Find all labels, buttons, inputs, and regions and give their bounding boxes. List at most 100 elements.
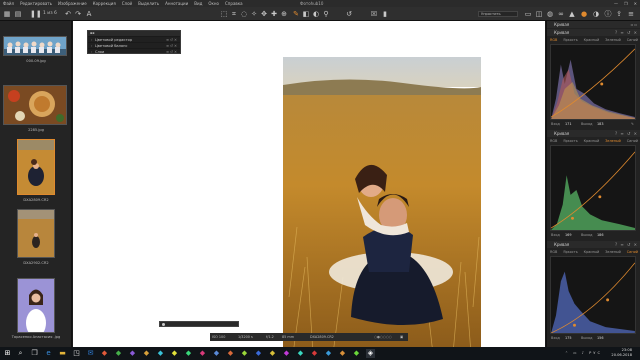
app-icon-6[interactable]: ◆	[170, 349, 179, 358]
lasso-tool-icon[interactable]: ◌	[240, 10, 248, 18]
start-icon[interactable]: ⊞	[3, 349, 12, 358]
move-tool-icon[interactable]: ✥	[260, 10, 268, 18]
output-value[interactable]: 156	[597, 335, 603, 341]
select-tool-icon[interactable]: ⬚	[220, 10, 228, 18]
eyedropper-icon[interactable]: ✎	[631, 121, 634, 127]
output-value[interactable]: 186	[597, 232, 603, 238]
heal-tool-icon[interactable]: ✚	[270, 10, 278, 18]
menu-layer[interactable]: Слой	[119, 1, 135, 6]
thumbnail-5[interactable]	[17, 278, 55, 337]
app-icon-8[interactable]: ◆	[198, 349, 207, 358]
app-icon-7[interactable]: ◆	[184, 349, 193, 358]
export-icon[interactable]: ⇪	[615, 10, 623, 18]
channel-blue[interactable]: Синий	[627, 249, 638, 255]
input-value[interactable]: 169	[565, 232, 571, 238]
brush-tool-icon[interactable]: ✎	[292, 10, 300, 18]
info-icon[interactable]: ⓘ	[604, 10, 612, 18]
menu-window[interactable]: Окно	[205, 1, 222, 6]
mail-icon[interactable]: ✉	[86, 349, 95, 358]
app-icon-4[interactable]: ◆	[142, 349, 151, 358]
channel-red[interactable]: Красный	[584, 37, 600, 43]
channel-luma[interactable]: Яркость	[563, 37, 577, 43]
eyedropper-tool-icon[interactable]: ⚲	[322, 10, 330, 18]
clone-tool-icon[interactable]: ⊕	[280, 10, 288, 18]
menu-help[interactable]: Справка	[222, 1, 246, 6]
system-tray[interactable]: ⌃ ▭ ♪ РУС	[565, 351, 602, 355]
menu-view[interactable]: Вид	[191, 1, 205, 6]
gradient-tool-icon[interactable]: ◐	[312, 10, 320, 18]
section-controls[interactable]: ? ≡ ↺ ✕	[615, 29, 638, 36]
pause-icon[interactable]: ❚❚	[30, 10, 42, 18]
top-section-header[interactable]: Кривая ▫▫	[547, 21, 640, 28]
rotate-right-icon[interactable]: ↷	[74, 10, 82, 18]
channel-luma[interactable]: Яркость	[563, 249, 577, 255]
active-app-icon[interactable]: ◈	[366, 349, 375, 358]
channel-rgb[interactable]: RGB	[550, 138, 557, 144]
channel-luma[interactable]: Яркость	[563, 138, 577, 144]
app-icon-3[interactable]: ◆	[128, 349, 137, 358]
thumbnail-1[interactable]	[3, 36, 67, 56]
menu-icon[interactable]: ≡	[627, 10, 635, 18]
minimize-button[interactable]: —	[614, 0, 618, 7]
menu-annotations[interactable]: Аннотации	[162, 1, 191, 6]
channel-green[interactable]: Зеленый	[605, 249, 621, 255]
channel-green[interactable]: Зеленый	[605, 37, 621, 43]
curve-section-3-header[interactable]: Кривая ? ≡ ↺ ✕	[547, 241, 640, 248]
app-icon-9[interactable]: ◆	[212, 349, 221, 358]
folder-icon[interactable]: ▬	[58, 349, 67, 358]
store-icon[interactable]: ◳	[72, 349, 81, 358]
image-viewer[interactable]	[73, 21, 545, 354]
channel-red[interactable]: Красный	[584, 249, 600, 255]
app-icon-10[interactable]: ◆	[226, 349, 235, 358]
maximize-button[interactable]: ❐	[624, 0, 628, 7]
channel-rgb[interactable]: RGB	[550, 37, 557, 43]
input-language[interactable]: РУС	[589, 351, 602, 355]
page-dots[interactable]: ○●○○○○	[374, 333, 392, 341]
histogram-icon[interactable]: ▲	[568, 10, 576, 18]
channel-red[interactable]: Красный	[584, 138, 600, 144]
menu-adjust[interactable]: Коррекция	[90, 1, 119, 6]
panels-icon[interactable]: ▭	[524, 10, 532, 18]
output-value[interactable]: 183	[597, 121, 603, 127]
menu-edit[interactable]: Редактировать	[17, 1, 55, 6]
app-icon-11[interactable]: ◆	[240, 349, 249, 358]
section-controls[interactable]: ? ≡ ↺ ✕	[615, 130, 638, 137]
tool-layers[interactable]: › Слои ≡↺✕	[88, 48, 180, 54]
app-icon-13[interactable]: ◆	[268, 349, 277, 358]
grid-view-icon[interactable]: ▦	[3, 10, 11, 18]
section-controls[interactable]: ? ≡ ↺ ✕	[615, 241, 638, 248]
curve-section-1-header[interactable]: Кривая ? ≡ ↺ ✕	[547, 29, 640, 36]
app-icon-12[interactable]: ◆	[254, 349, 263, 358]
panel-toggle-icon[interactable]: ▤	[14, 10, 22, 18]
undo-icon[interactable]: ↺	[345, 10, 353, 18]
thumbnail-4[interactable]	[17, 209, 55, 258]
adjust-icon[interactable]: ◑	[592, 10, 600, 18]
search-icon[interactable]: ⌕	[16, 349, 25, 358]
crop-tool-icon[interactable]: ⌗	[230, 10, 238, 18]
develop-icon[interactable]: ●	[580, 10, 588, 18]
menu-file[interactable]: Файл	[0, 1, 17, 6]
compare-icon[interactable]: ◫	[535, 10, 543, 18]
input-value[interactable]: 175	[565, 335, 571, 341]
channel-green[interactable]: Зеленый	[605, 138, 621, 144]
zoom-slider[interactable]	[159, 321, 239, 327]
glasses-icon[interactable]: ∞	[557, 10, 565, 18]
app-icon-16[interactable]: ◆	[310, 349, 319, 358]
task-view-icon[interactable]: ❒	[30, 349, 39, 358]
color-wheel-icon[interactable]: ◍	[546, 10, 554, 18]
curve-graph-1[interactable]	[550, 44, 636, 120]
app-icon-15[interactable]: ◆	[296, 349, 305, 358]
edge-icon[interactable]: e	[44, 349, 53, 358]
app-icon-19[interactable]: ◆	[352, 349, 361, 358]
workspace-dropdown[interactable]: Упростить	[478, 11, 518, 17]
app-icon-17[interactable]: ◆	[324, 349, 333, 358]
menu-select[interactable]: Выделить	[135, 1, 162, 6]
thumbnail-3[interactable]	[17, 139, 55, 195]
tool-controls[interactable]: ≡↺✕	[166, 49, 178, 55]
thumbnail-2[interactable]	[3, 85, 67, 125]
zoom-slider-knob[interactable]	[162, 323, 165, 326]
channel-blue[interactable]: Синий	[627, 37, 638, 43]
clock[interactable]: 23:08 20.06.2018	[611, 348, 632, 358]
channel-rgb[interactable]: RGB	[550, 249, 557, 255]
app-icon-14[interactable]: ◆	[282, 349, 291, 358]
